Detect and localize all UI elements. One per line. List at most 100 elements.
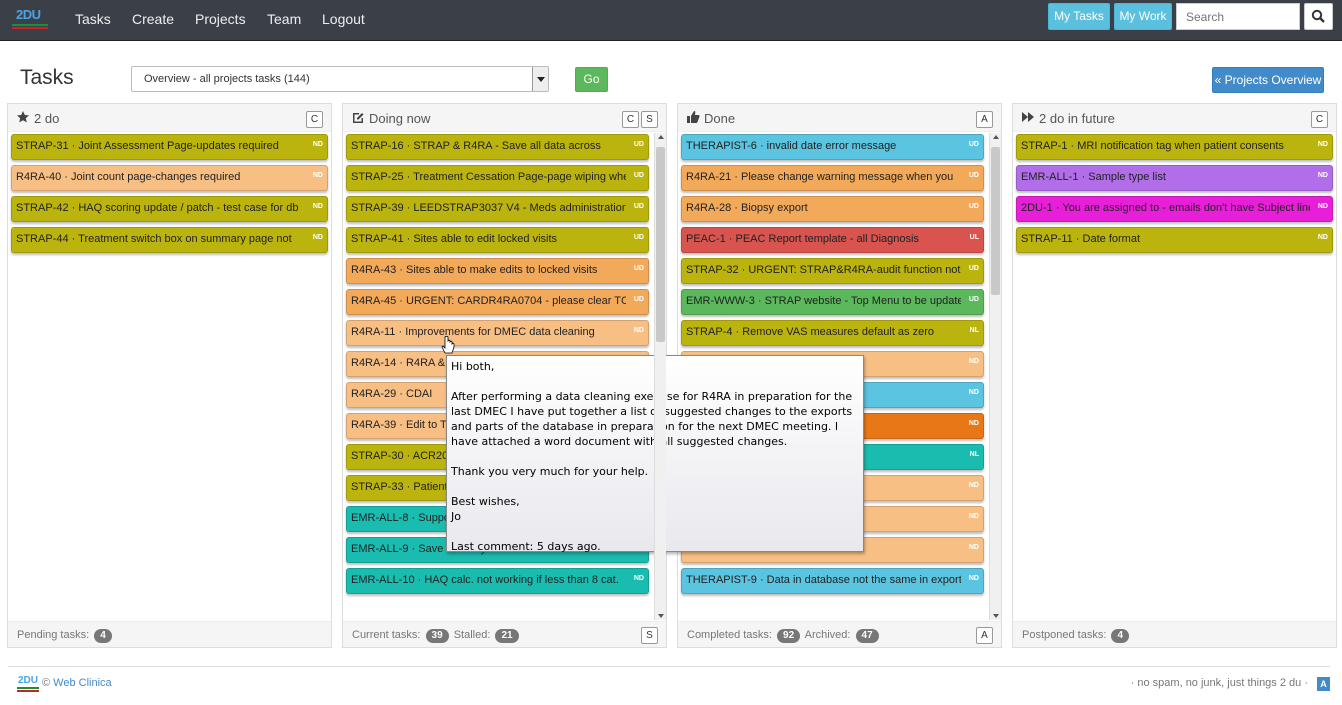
task-card[interactable]: THERAPIST-6 · invalid date error message… [681,134,984,160]
search-input[interactable] [1176,3,1300,30]
column-toggle-c[interactable]: C [306,111,323,128]
task-code: UD [633,265,644,272]
task-card[interactable]: STRAP-1 · MRI notification tag when pati… [1016,134,1333,160]
task-title: R4RA-40 · Joint count page-changes requi… [16,171,241,183]
chevron-down-icon[interactable] [532,67,548,91]
column-toggle-a[interactable]: A [976,111,993,128]
task-title: EMR-ALL-1 · Sample type list [1021,171,1166,183]
scroll-thumb[interactable] [991,147,1000,295]
task-card[interactable]: STRAP-39 · LEEDSTRAP3037 V4 - Meds admin… [346,196,649,222]
task-title: STRAP-39 · LEEDSTRAP3037 V4 - Meds admin… [351,202,626,214]
count-badge-2: 47 [855,629,879,643]
project-select[interactable]: Overview - all projects tasks (144) [131,66,549,92]
column-header: Doing now C S [343,104,666,132]
forward-icon [1022,112,1034,122]
search-button[interactable] [1304,3,1333,30]
task-card[interactable]: R4RA-21 · Please change warning message … [681,165,984,191]
my-tasks-button[interactable]: My Tasks [1048,3,1110,30]
footer-divider [8,666,1330,667]
task-code: UD [633,296,644,303]
task-code: ND [312,234,323,241]
footer-toggle-a[interactable]: A [976,627,993,644]
task-code: UD [633,203,644,210]
column-footer: Postponed tasks: 4 [1013,621,1336,647]
task-card[interactable]: STRAP-25 · Treatment Cessation Page-page… [346,165,649,191]
task-code: ND [968,513,979,520]
task-code: ND [968,420,979,427]
task-title: STRAP-16 · STRAP & R4RA - Save all data … [351,140,601,152]
task-card[interactable]: STRAP-44 · Treatment switch box on summa… [11,227,328,253]
task-title: STRAP-42 · HAQ scoring update / patch - … [16,202,299,214]
task-card[interactable]: R4RA-11 · Improvements for DMEC data cle… [346,320,649,346]
scroll-up-icon[interactable] [658,135,664,139]
logo[interactable]: 2DU [12,7,48,33]
column-toggle-s[interactable]: S [641,111,658,128]
footer-copyright: © Web Clinica [42,677,112,689]
footer-label-2: Archived: [804,629,851,641]
scroll-up-icon[interactable] [993,135,999,139]
task-code: ND [968,575,979,582]
task-code: ND [1317,172,1328,179]
footer-label: Current tasks: [352,629,421,641]
task-code: ND [633,575,644,582]
footer-a-box[interactable]: A [1317,677,1330,691]
column-scrollbar[interactable] [654,133,666,620]
task-card[interactable]: STRAP-11 · Date format ND [1016,227,1333,253]
thumbs-up-icon [687,111,700,123]
task-card[interactable]: PEAC-1 · PEAC Report template - all Diag… [681,227,984,253]
task-code: ND [1317,141,1328,148]
column-toggle-c[interactable]: C [1311,111,1328,128]
column-title: 2 do [34,111,60,126]
column-toggle-c[interactable]: C [622,111,639,128]
task-title: STRAP-4 · Remove VAS measures default as… [686,326,935,338]
task-card[interactable]: EMR-WWW-3 · STRAP website - Top Menu to … [681,289,984,315]
task-card[interactable]: R4RA-43 · Sites able to make edits to lo… [346,258,649,284]
web-clinica-link[interactable]: Web Clinica [53,677,112,689]
task-title: STRAP-31 · Joint Assessment Page-updates… [16,140,279,152]
task-title: R4RA-11 · Improvements for DMEC data cle… [351,326,595,338]
task-card[interactable]: STRAP-41 · Sites able to edit locked vis… [346,227,649,253]
task-card[interactable]: STRAP-16 · STRAP & R4RA - Save all data … [346,134,649,160]
my-work-button[interactable]: My Work [1114,3,1172,30]
navbar: 2DU Tasks Create Projects Team Logout My… [0,0,1342,41]
task-card[interactable]: EMR-ALL-1 · Sample type list ND [1016,165,1333,191]
project-select-value: Overview - all projects tasks (144) [144,73,310,85]
task-title: EMR-ALL-10 · HAQ calc. not working if le… [351,574,619,586]
task-code: ND [1317,203,1328,210]
mouse-cursor-icon [441,336,455,354]
column-title: Done [704,111,736,126]
footer-toggle-s[interactable]: S [641,627,658,644]
task-card[interactable]: 2DU-1 · You are assigned to - emails don… [1016,196,1333,222]
task-card[interactable]: R4RA-45 · URGENT: CARDR4RA0704 - please … [346,289,649,315]
column-footer: Completed tasks: 92 Archived: 47 A [678,621,1001,647]
task-card[interactable]: THERAPIST-9 · Data in database not the s… [681,568,984,594]
nav-logout[interactable]: Logout [322,11,365,27]
nav-tasks[interactable]: Tasks [75,11,111,27]
count-badge: 4 [94,629,112,643]
task-code: ND [312,141,323,148]
column-footer: Pending tasks: 4 [8,621,331,647]
projects-overview-button[interactable]: « Projects Overview [1212,67,1324,93]
nav-projects[interactable]: Projects [195,11,246,27]
column-3: 2 do in future C STRAP-1 · MRI notificatio… [1012,103,1337,648]
task-card[interactable]: R4RA-40 · Joint count page-changes requi… [11,165,328,191]
task-card[interactable]: STRAP-42 · HAQ scoring update / patch - … [11,196,328,222]
task-card[interactable]: STRAP-31 · Joint Assessment Page-updates… [11,134,328,160]
scroll-down-icon[interactable] [658,614,664,618]
task-card[interactable]: STRAP-32 · URGENT: STRAP&R4RA-audit func… [681,258,984,284]
task-card[interactable]: EMR-ALL-10 · HAQ calc. not working if le… [346,568,649,594]
footer-label: Completed tasks: [687,629,772,641]
scroll-down-icon[interactable] [993,614,999,618]
task-title: STRAP-1 · MRI notification tag when pati… [1021,140,1284,152]
scroll-thumb[interactable] [656,147,665,342]
go-button[interactable]: Go [575,67,608,92]
task-card[interactable]: STRAP-4 · Remove VAS measures default as… [681,320,984,346]
nav-team[interactable]: Team [267,11,301,27]
task-code: UD [968,172,979,179]
column-header: 2 do C [8,104,331,132]
search-icon [1311,9,1325,23]
task-card[interactable]: R4RA-28 · Biopsy export UD [681,196,984,222]
task-code: UD [968,203,979,210]
column-scrollbar[interactable] [989,133,1001,620]
nav-create[interactable]: Create [132,11,174,27]
